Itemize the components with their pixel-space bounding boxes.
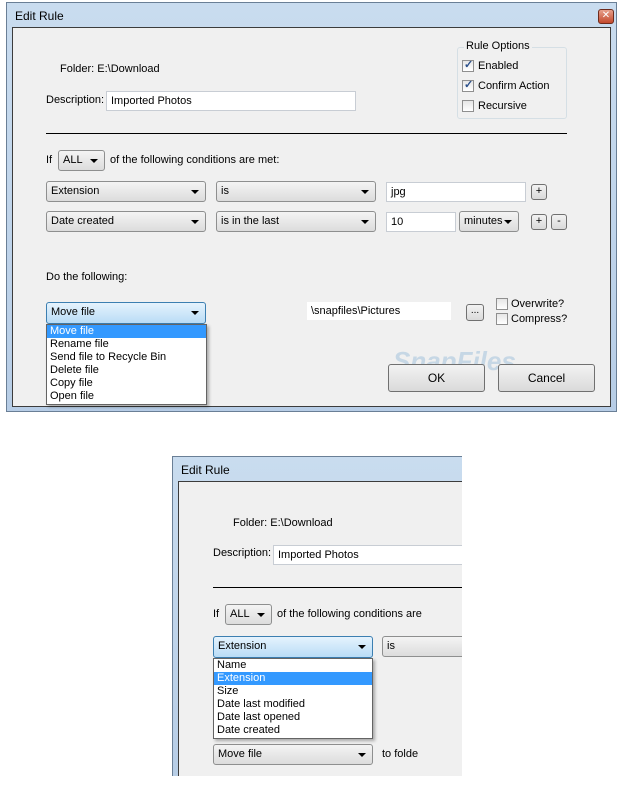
- cancel-button[interactable]: Cancel: [498, 364, 595, 392]
- action-value: Move file: [218, 748, 263, 760]
- browse-button[interactable]: ...: [466, 304, 484, 321]
- match-value: ALL: [230, 608, 250, 620]
- condition-value-input[interactable]: jpg: [386, 182, 526, 202]
- condition-unit-select[interactable]: minutes: [459, 211, 519, 232]
- chevron-down-icon: [358, 753, 366, 757]
- dialog-body: Folder: E:\Download Description: Importe…: [178, 481, 462, 776]
- condition-unit-value: minutes: [464, 215, 503, 227]
- condition-operator-select[interactable]: is in the last: [216, 211, 376, 232]
- add-condition-button[interactable]: +: [531, 214, 547, 230]
- folder-label: Folder: E:\Download: [60, 63, 160, 75]
- match-value: ALL: [63, 154, 83, 166]
- dialog-frame: Edit Rule Folder: E:\Download Descriptio…: [172, 456, 462, 776]
- chevron-down-icon: [90, 159, 98, 163]
- field-dropdown-list: Name Extension Size Date last modified D…: [213, 658, 373, 739]
- action-option[interactable]: Delete file: [47, 364, 206, 377]
- condition-operator-select[interactable]: is: [216, 181, 376, 202]
- match-select[interactable]: ALL: [225, 604, 272, 625]
- ok-button[interactable]: OK: [388, 364, 485, 392]
- close-button[interactable]: ✕: [598, 9, 614, 24]
- condition-field-select[interactable]: Date created: [46, 211, 206, 232]
- action-select[interactable]: Move file: [213, 744, 373, 765]
- field-option[interactable]: Date last opened: [214, 711, 372, 724]
- field-option[interactable]: Name: [214, 659, 372, 672]
- overwrite-label: Overwrite?: [511, 298, 565, 310]
- condition-operator-value: is in the last: [221, 215, 280, 227]
- condition-operator-value: is: [387, 640, 395, 652]
- field-option[interactable]: Size: [214, 685, 372, 698]
- description-input[interactable]: Imported Photos: [106, 91, 356, 111]
- action-option[interactable]: Open file: [47, 390, 206, 403]
- conditions-label: of the following conditions are: [277, 608, 422, 620]
- condition-field-value: Extension: [218, 640, 267, 652]
- match-select[interactable]: ALL: [58, 150, 105, 171]
- target-path-input[interactable]: \snapfiles\Pictures: [306, 301, 452, 321]
- compress-label: Compress?: [511, 313, 568, 325]
- condition-field-select[interactable]: Extension: [213, 636, 373, 658]
- if-label: If: [46, 154, 53, 166]
- field-option[interactable]: Date last modified: [214, 698, 372, 711]
- divider: [46, 133, 567, 134]
- edit-rule-dialog: Edit Rule ✕ Folder: E:\Download Descript…: [6, 2, 617, 412]
- chevron-down-icon: [191, 190, 199, 194]
- conditions-label: of the following conditions are met:: [110, 154, 280, 166]
- chevron-down-icon: [361, 190, 369, 194]
- description-label: Description:: [46, 94, 105, 106]
- condition-field-select[interactable]: Extension: [46, 181, 206, 202]
- confirm-action-checkbox[interactable]: [462, 78, 474, 92]
- field-option[interactable]: Date created: [214, 724, 372, 737]
- condition-field-value: Extension: [51, 185, 100, 197]
- description-label: Description:: [213, 547, 272, 559]
- to-folder-label: to folde: [382, 748, 419, 760]
- action-value: Move file: [51, 306, 96, 318]
- add-condition-button[interactable]: +: [531, 184, 547, 200]
- chevron-down-icon: [257, 613, 265, 617]
- remove-condition-button[interactable]: -: [551, 214, 567, 230]
- action-select[interactable]: Move file: [46, 302, 206, 324]
- condition-value-input[interactable]: 10: [386, 212, 456, 232]
- chevron-down-icon: [191, 311, 199, 315]
- chevron-down-icon: [361, 220, 369, 224]
- overwrite-checkbox[interactable]: [496, 298, 508, 310]
- rule-options-title: Rule Options: [464, 40, 532, 52]
- action-option[interactable]: Move file: [47, 325, 206, 338]
- dialog-body: Folder: E:\Download Description: Importe…: [12, 27, 611, 407]
- action-dropdown-list: Move file Rename file Send file to Recyc…: [46, 324, 207, 405]
- dialog-title: Edit Rule: [15, 9, 64, 23]
- chevron-down-icon: [358, 645, 366, 649]
- confirm-action-label: Confirm Action: [478, 80, 550, 92]
- do-following-label: Do the following:: [46, 271, 128, 283]
- folder-label: Folder: E:\Download: [233, 517, 333, 529]
- action-option[interactable]: Copy file: [47, 377, 206, 390]
- condition-operator-select[interactable]: is: [382, 636, 462, 657]
- condition-field-value: Date created: [51, 215, 114, 227]
- enabled-label: Enabled: [478, 60, 519, 72]
- condition-operator-value: is: [221, 185, 229, 197]
- action-option[interactable]: Send file to Recycle Bin: [47, 351, 206, 364]
- compress-checkbox[interactable]: [496, 313, 508, 325]
- divider: [213, 587, 462, 588]
- recursive-checkbox[interactable]: [462, 100, 474, 112]
- chevron-down-icon: [191, 220, 199, 224]
- field-option[interactable]: Extension: [214, 672, 372, 685]
- dialog-title: Edit Rule: [181, 463, 230, 477]
- edit-rule-dialog-detail: Edit Rule Folder: E:\Download Descriptio…: [172, 456, 462, 776]
- description-input[interactable]: Imported Photos: [273, 545, 462, 565]
- chevron-down-icon: [504, 220, 512, 224]
- recursive-label: Recursive: [478, 100, 527, 112]
- if-label: If: [213, 608, 220, 620]
- action-option[interactable]: Rename file: [47, 338, 206, 351]
- enabled-checkbox[interactable]: [462, 58, 474, 72]
